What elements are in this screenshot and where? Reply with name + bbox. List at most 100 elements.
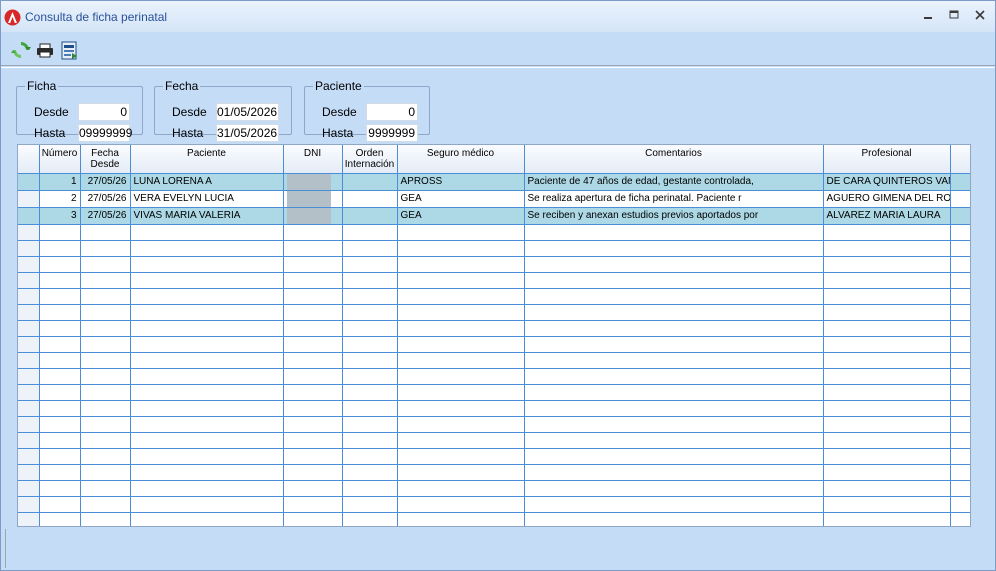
empty-cell[interactable] [39,464,81,481]
empty-cell[interactable] [39,496,81,513]
empty-cell[interactable] [39,240,81,257]
empty-cell[interactable] [130,352,284,369]
empty-cell[interactable] [342,368,398,385]
empty-cell[interactable] [342,448,398,465]
column-header-comentarios[interactable]: Comentarios [524,145,824,174]
empty-cell[interactable] [80,336,131,353]
empty-cell[interactable] [342,240,398,257]
row-selector[interactable] [18,448,40,465]
row-selector[interactable] [18,352,40,369]
empty-cell[interactable] [342,432,398,449]
empty-cell[interactable] [397,272,525,289]
empty-cell[interactable] [524,304,824,321]
empty-cell[interactable] [80,288,131,305]
empty-cell[interactable] [283,368,343,385]
column-header-numero[interactable]: Número [39,145,81,174]
empty-cell[interactable] [39,336,81,353]
cell-paciente[interactable]: VIVAS MARIA VALERIA [130,207,284,225]
column-header-paciente[interactable]: Paciente [130,145,284,174]
empty-cell[interactable] [39,400,81,417]
table-row[interactable]: 1 27/05/26 LUNA LORENA A APROSS Paciente… [18,173,970,191]
empty-cell[interactable] [130,448,284,465]
empty-cell[interactable] [342,416,398,433]
empty-cell[interactable] [823,432,951,449]
empty-cell[interactable] [823,288,951,305]
empty-cell[interactable] [283,256,343,273]
empty-cell[interactable] [397,416,525,433]
row-selector[interactable] [18,224,40,241]
empty-table-row[interactable] [18,352,970,369]
empty-cell[interactable] [823,464,951,481]
empty-cell[interactable] [283,464,343,481]
row-selector[interactable] [18,320,40,337]
fecha-desde-input[interactable]: 01/05/2026 [216,103,279,121]
empty-cell[interactable] [130,272,284,289]
empty-cell[interactable] [823,240,951,257]
empty-cell[interactable] [283,384,343,401]
empty-cell[interactable] [342,480,398,497]
empty-cell[interactable] [130,304,284,321]
empty-table-row[interactable] [18,304,970,321]
empty-cell[interactable] [524,464,824,481]
fecha-hasta-input[interactable]: 31/05/2026 [216,124,279,142]
empty-cell[interactable] [130,256,284,273]
empty-cell[interactable] [397,512,525,526]
empty-cell[interactable] [823,400,951,417]
empty-cell[interactable] [397,288,525,305]
empty-cell[interactable] [80,464,131,481]
row-selector[interactable] [18,256,40,273]
cell-profesional[interactable]: AGUERO GIMENA DEL ROS [823,190,951,208]
empty-cell[interactable] [283,352,343,369]
empty-cell[interactable] [39,480,81,497]
empty-cell[interactable] [524,224,824,241]
empty-cell[interactable] [80,400,131,417]
empty-cell[interactable] [342,400,398,417]
empty-cell[interactable] [130,368,284,385]
row-selector[interactable] [18,368,40,385]
column-header-seguro-medico[interactable]: Seguro médico [397,145,525,174]
minimize-icon[interactable] [921,7,935,23]
empty-cell[interactable] [39,288,81,305]
column-header-profesional[interactable]: Profesional [823,145,951,174]
cell-paciente[interactable]: LUNA LORENA A [130,173,284,191]
empty-cell[interactable] [80,320,131,337]
paciente-desde-input[interactable]: 0 [366,103,418,121]
empty-cell[interactable] [39,432,81,449]
empty-cell[interactable] [283,304,343,321]
row-selector[interactable] [18,416,40,433]
empty-cell[interactable] [397,448,525,465]
empty-table-row[interactable] [18,256,970,273]
row-selector[interactable] [18,288,40,305]
empty-cell[interactable] [39,272,81,289]
empty-cell[interactable] [342,224,398,241]
empty-cell[interactable] [283,224,343,241]
empty-table-row[interactable] [18,480,970,497]
table-row[interactable]: 3 27/05/26 VIVAS MARIA VALERIA GEA Se re… [18,207,970,225]
empty-cell[interactable] [80,432,131,449]
empty-cell[interactable] [130,336,284,353]
row-selector[interactable] [18,207,40,225]
cell-seguro[interactable]: APROSS [397,173,525,191]
empty-cell[interactable] [524,480,824,497]
cell-dni[interactable] [283,190,343,208]
row-selector[interactable] [18,190,40,208]
results-grid[interactable]: Número Fecha Desde Paciente DNI Orden In… [17,144,971,527]
empty-cell[interactable] [823,272,951,289]
export-button[interactable] [59,40,79,60]
empty-cell[interactable] [397,320,525,337]
paciente-hasta-input[interactable]: 9999999 [366,124,418,142]
empty-cell[interactable] [130,384,284,401]
column-header-fecha-desde[interactable]: Fecha Desde [80,145,131,174]
empty-cell[interactable] [283,512,343,526]
cell-seguro[interactable]: GEA [397,190,525,208]
empty-cell[interactable] [823,336,951,353]
empty-cell[interactable] [397,304,525,321]
close-icon[interactable] [973,7,987,23]
cell-paciente[interactable]: VERA EVELYN LUCIA [130,190,284,208]
empty-cell[interactable] [397,256,525,273]
empty-cell[interactable] [39,320,81,337]
cell-orden[interactable] [342,173,398,191]
empty-cell[interactable] [283,320,343,337]
row-selector[interactable] [18,432,40,449]
empty-table-row[interactable] [18,240,970,257]
